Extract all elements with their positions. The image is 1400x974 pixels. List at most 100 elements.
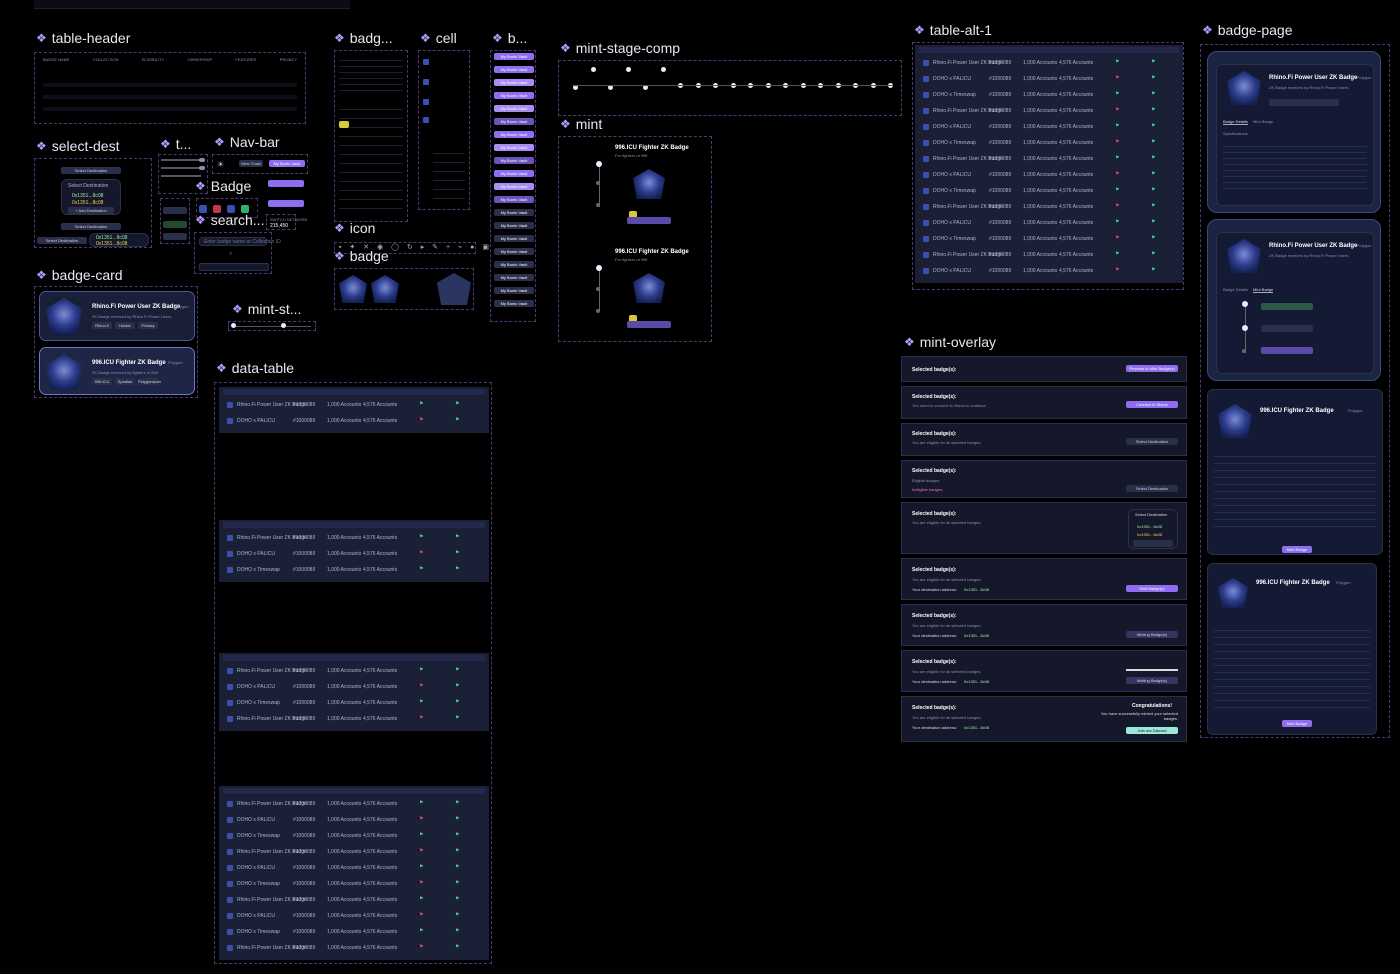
table-row[interactable]: Rhino.Fi Power User ZK Badge #1000089 1,00…: [919, 105, 1179, 118]
row-badge-icon: [227, 567, 233, 573]
table-row[interactable]: DOHO x PALICU #1000089 1,000 Accounts 4,576…: [223, 548, 485, 561]
tab-mint-badge[interactable]: Mint Badge: [1253, 119, 1273, 124]
mint-stage-comp-frame: [558, 60, 902, 116]
dest-option-1[interactable]: 0x1351...8c08: [72, 193, 103, 199]
table-row[interactable]: DOHO x PALICU #1000089 1,000 Accounts 4,576…: [223, 862, 485, 875]
row-accounts-2: 4,576 Accounts: [363, 913, 398, 919]
table-row[interactable]: Rhino.Fi Power User ZK Badge #1000089 1,00…: [919, 153, 1179, 166]
select-destination-button-3[interactable]: Select Destination: [37, 237, 87, 244]
select-destination-button[interactable]: Select Destination: [61, 167, 121, 174]
table-row[interactable]: Rhino.Fi Power User ZK Badge #1000089 1,00…: [223, 846, 485, 859]
stack-button-3[interactable]: My Bonto Vault: [494, 92, 534, 99]
table-row[interactable]: Rhino.Fi Power User ZK Badge #1000089 1,00…: [919, 57, 1179, 70]
mint-card1-button[interactable]: [627, 217, 671, 224]
stack-button-14[interactable]: My Bonto Vault: [494, 235, 534, 242]
view-chain-button[interactable]: View Chain: [239, 160, 263, 167]
add-destination-button[interactable]: + Add Destination: [68, 207, 114, 214]
table-row[interactable]: DOHO x Timeswap #1000089 1,000 Accounts 4,5…: [919, 233, 1179, 246]
join-discord-button[interactable]: Join our Discord: [1126, 727, 1178, 734]
stack-button-2[interactable]: My Bonto Vault: [494, 79, 534, 86]
dest-option-2[interactable]: 0x1351...8c08: [72, 200, 103, 206]
table-row[interactable]: DOHO x Timeswap #1000089 1,000 Accounts 4,5…: [223, 830, 485, 843]
table-row[interactable]: DOHO x Timeswap #1000089 1,000 Accounts 4,5…: [919, 185, 1179, 198]
stack-button-1[interactable]: My Bonto Vault: [494, 66, 534, 73]
mint-badge-button-1[interactable]: Mint Badge: [1282, 546, 1312, 553]
add-destination-overlay[interactable]: [1133, 540, 1173, 547]
cell-frame: [418, 50, 470, 210]
stack-button-19[interactable]: My Bonto Vault: [494, 300, 534, 307]
table-row[interactable]: DOHO x PALICU #1000089 1,000 Accounts 4,576…: [919, 265, 1179, 278]
connect-sismo-button[interactable]: Connect to Sismo: [1126, 401, 1178, 408]
stack-button-8[interactable]: My Bonto Vault: [494, 157, 534, 164]
table-row[interactable]: DOHO x PALICU #1000089 1,000 Accounts 4,576…: [919, 73, 1179, 86]
stage-node-1: [590, 67, 596, 72]
table-row[interactable]: DOHO x Timeswap #1000089 1,000 Accounts 4,5…: [919, 137, 1179, 150]
stack-button-16[interactable]: My Bonto Vault: [494, 261, 534, 268]
badge-card-2[interactable]: 996.ICU Fighter ZK Badge Polygon ZK Badg…: [39, 347, 195, 395]
stack-button-7[interactable]: My Bonto Vault: [494, 144, 534, 151]
stack-button-12[interactable]: My Bonto Vault: [494, 209, 534, 216]
table-row[interactable]: Rhino.Fi Power User ZK Badge #1000089 1,00…: [223, 942, 485, 955]
table-row[interactable]: DOHO x Timeswap #1000089 1,000 Accounts 4,5…: [223, 564, 485, 577]
table-row[interactable]: DOHO x Timeswap #1000089 1,000 Accounts 4,5…: [223, 697, 485, 710]
table-row[interactable]: Rhino.Fi Power User ZK Badge #1000089 1,00…: [223, 665, 485, 678]
stack-button-18[interactable]: My Bonto Vault: [494, 287, 534, 294]
row-flag-icon-2: ⚑: [1151, 251, 1156, 257]
stack-button-5[interactable]: My Bonto Vault: [494, 118, 534, 125]
table-row[interactable]: Rhino.Fi Power User ZK Badge #1000089 1,00…: [223, 532, 485, 545]
table-row[interactable]: Rhino.Fi Power User ZK Badge #1000089 1,00…: [223, 894, 485, 907]
proceed-mint-button[interactable]: Proceed to Mint Badge(s): [1126, 365, 1178, 372]
my-bonto-vault-button[interactable]: My Bonto Vault: [269, 160, 305, 167]
mint-badge-button-2[interactable]: Mint Badge: [1282, 720, 1312, 727]
row-flag-icon: ⚑: [1115, 123, 1120, 129]
row-badge-icon: [227, 668, 233, 674]
table-row[interactable]: DOHO x PALICU #1000089 1,000 Accounts 4,576…: [919, 121, 1179, 134]
stack-button-13[interactable]: My Bonto Vault: [494, 222, 534, 229]
badg-frame: [334, 50, 408, 222]
stack-button-15[interactable]: My Bonto Vault: [494, 248, 534, 255]
stack-button-0[interactable]: My Bonto Vault: [494, 53, 534, 60]
table-row[interactable]: Rhino.Fi Power User ZK Badge #1000089 1,00…: [223, 713, 485, 726]
mint-badges-button[interactable]: Mint Badge(s): [1126, 585, 1178, 592]
select-destination-overlay-2[interactable]: Select Destination: [1126, 485, 1178, 492]
stack-button-17[interactable]: My Bonto Vault: [494, 274, 534, 281]
table-row[interactable]: DOHO x PALICU #1000089 1,000 Accounts 4,576…: [223, 681, 485, 694]
row-name: DOHO x Timeswap: [237, 567, 280, 573]
row-flag-icon-2: ⚑: [455, 912, 460, 918]
row-flag-icon-2: ⚑: [455, 944, 460, 950]
table-row[interactable]: DOHO x Timeswap #1000089 1,000 Accounts 4,5…: [919, 89, 1179, 102]
stack-button-11[interactable]: My Bonto Vault: [494, 196, 534, 203]
stack-button-10[interactable]: My Bonto Vault: [494, 183, 534, 190]
select-destination-overlay-1[interactable]: Select Destination: [1126, 438, 1178, 445]
select-destination-button-2[interactable]: Select Destination: [61, 223, 121, 230]
table-row[interactable]: Rhino.Fi Power User ZK Badge #1000089 1,00…: [223, 399, 485, 412]
row-accounts: 1,000 Accounts: [1023, 172, 1058, 178]
stack-button-9[interactable]: My Bonto Vault: [494, 170, 534, 177]
table-row[interactable]: Rhino.Fi Power User ZK Badge #1000089 1,00…: [919, 249, 1179, 262]
table-row[interactable]: DOHO x PALICU #1000089 1,000 Accounts 4,576…: [223, 415, 485, 428]
tab-badge-details[interactable]: Badge Details: [1223, 119, 1248, 125]
row-flag-icon-2: ⚑: [1151, 59, 1156, 65]
row-flag-icon-2: ⚑: [1151, 91, 1156, 97]
table-row[interactable]: Rhino.Fi Power User ZK Badge #1000089 1,00…: [223, 798, 485, 811]
table-row[interactable]: DOHO x Timeswap #1000089 1,000 Accounts 4,5…: [223, 878, 485, 891]
table-row[interactable]: DOHO x PALICU #1000089 1,000 Accounts 4,576…: [919, 217, 1179, 230]
table-row[interactable]: DOHO x Timeswap #1000089 1,000 Accounts 4,5…: [223, 926, 485, 939]
table-row[interactable]: DOHO x PALICU #1000089 1,000 Accounts 4,576…: [223, 814, 485, 827]
table-row[interactable]: DOHO x PALICU #1000089 1,000 Accounts 4,576…: [919, 169, 1179, 182]
row-accounts: 1,000 Accounts: [1023, 124, 1058, 130]
row-badge-icon: [923, 172, 929, 178]
search-input[interactable]: Enter badge name or Collection ID: [199, 237, 281, 246]
row-badge-icon: [923, 188, 929, 194]
table-row[interactable]: Rhino.Fi Power User ZK Badge #1000089 1,00…: [919, 201, 1179, 214]
stack-button-4[interactable]: My Bonto Vault: [494, 105, 534, 112]
row-name: DOHO x PALICU: [933, 220, 971, 226]
row-flag-icon-2: ⚑: [455, 864, 460, 870]
table-row[interactable]: DOHO x PALICU #1000089 1,000 Accounts 4,576…: [223, 910, 485, 923]
stack-button-6[interactable]: My Bonto Vault: [494, 131, 534, 138]
badge-card-1[interactable]: Rhino.Fi Power User ZK Badge Polygon ZK …: [39, 291, 195, 341]
row-id: #1000089: [989, 76, 1012, 82]
mint-card2-button[interactable]: [627, 321, 671, 328]
section-title-icon: ❖ icon: [334, 220, 376, 236]
search-results-input[interactable]: [199, 263, 269, 271]
